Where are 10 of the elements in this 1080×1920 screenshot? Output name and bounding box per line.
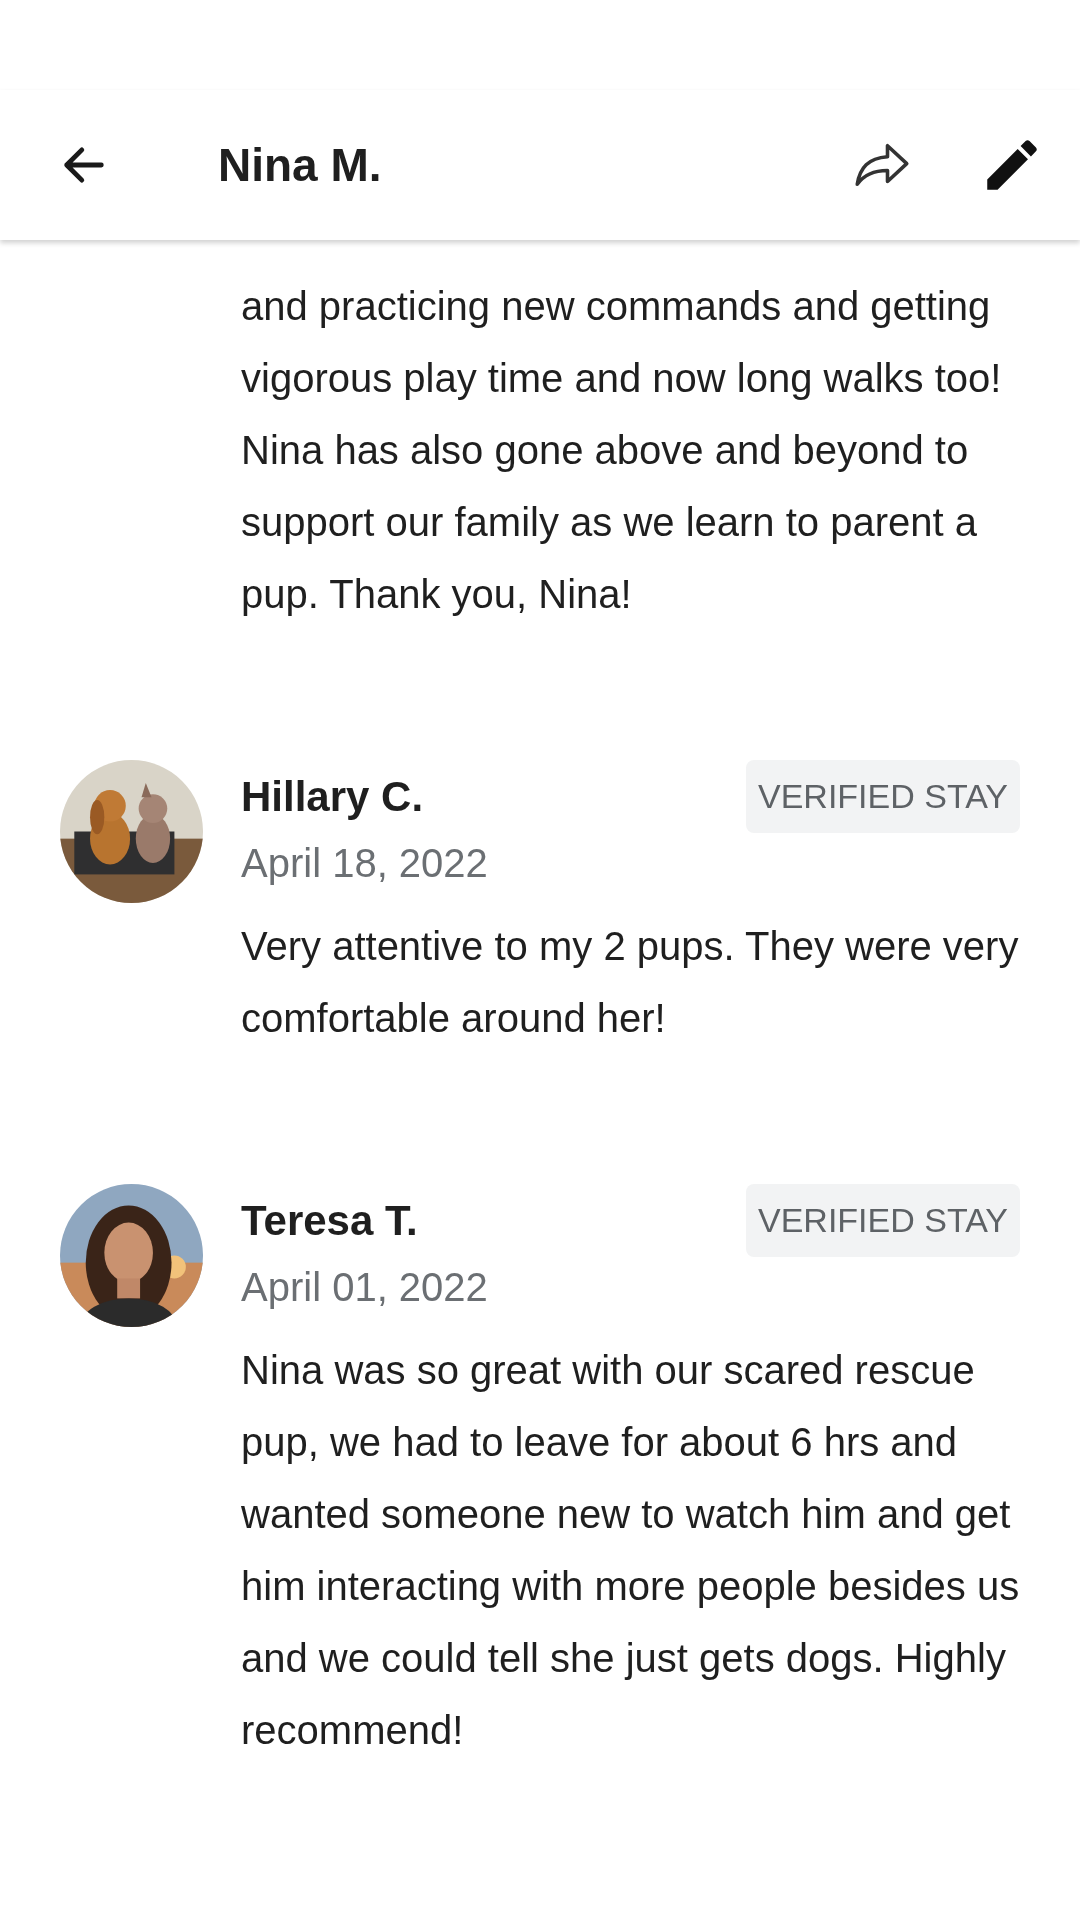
reviewer-name: Teresa T. <box>241 1195 418 1246</box>
review-text: Nina was so great with our scared rescue pup, we had to leave for about 6 hrs and wanted someone new to watch him and get him interacting with more people besides us and we could tell she just gets dogs. Highly recommend! <box>241 1347 1020 1754</box>
review-text: Very attentive to my 2 pups. They were very comfortable around her! <box>241 923 1020 1042</box>
verified-badge: VERIFIED STAY <box>746 1184 1020 1257</box>
reviewer-name: Hillary C. <box>241 771 424 822</box>
review-date: April 01, 2022 <box>241 1264 489 1311</box>
page-title: Nina M. <box>218 137 382 193</box>
review-text: and practicing new commands and getting vigorous play time and now long walks too! Nina has also gone above and beyond to support our family as we learn to parent a pup. Thank you, Nina! <box>241 283 1003 618</box>
review-date: April 18, 2022 <box>241 840 489 887</box>
verified-badge: VERIFIED STAY <box>746 760 1020 833</box>
